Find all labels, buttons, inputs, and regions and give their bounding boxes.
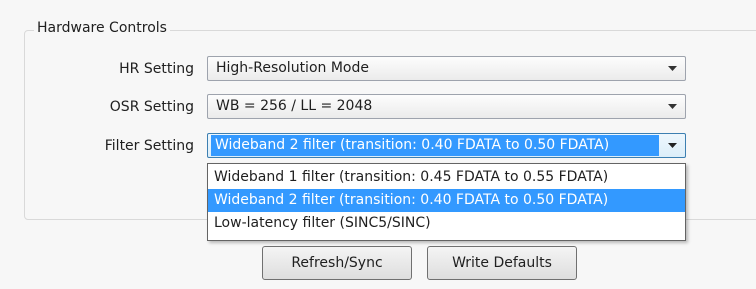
dropdown-option-wideband-1[interactable]: Wideband 1 filter (transition: 0.45 FDAT…	[208, 166, 685, 189]
dropdown-option-low-latency[interactable]: Low-latency filter (SINC5/SINC)	[208, 212, 685, 235]
refresh-sync-button[interactable]: Refresh/Sync	[262, 246, 412, 280]
hr-setting-label: HR Setting	[119, 61, 194, 77]
filter-setting-value: Wideband 2 filter (transition: 0.40 FDAT…	[211, 135, 659, 156]
chevron-down-icon	[665, 134, 679, 157]
hardware-controls-title: Hardware Controls	[34, 19, 170, 37]
filter-setting-select[interactable]: Wideband 2 filter (transition: 0.40 FDAT…	[207, 133, 686, 158]
osr-setting-value: WB = 256 / LL = 2048	[216, 98, 373, 114]
hr-setting-select[interactable]: High-Resolution Mode	[207, 56, 686, 81]
filter-setting-dropdown: Wideband 1 filter (transition: 0.45 FDAT…	[207, 163, 686, 241]
chevron-down-icon	[665, 57, 679, 80]
write-defaults-button[interactable]: Write Defaults	[427, 246, 577, 280]
hr-setting-value: High-Resolution Mode	[216, 60, 369, 76]
dropdown-option-wideband-2[interactable]: Wideband 2 filter (transition: 0.40 FDAT…	[208, 189, 685, 212]
osr-setting-label: OSR Setting	[109, 99, 194, 115]
osr-setting-select[interactable]: WB = 256 / LL = 2048	[207, 94, 686, 119]
filter-setting-label: Filter Setting	[104, 138, 194, 154]
chevron-down-icon	[665, 95, 679, 118]
